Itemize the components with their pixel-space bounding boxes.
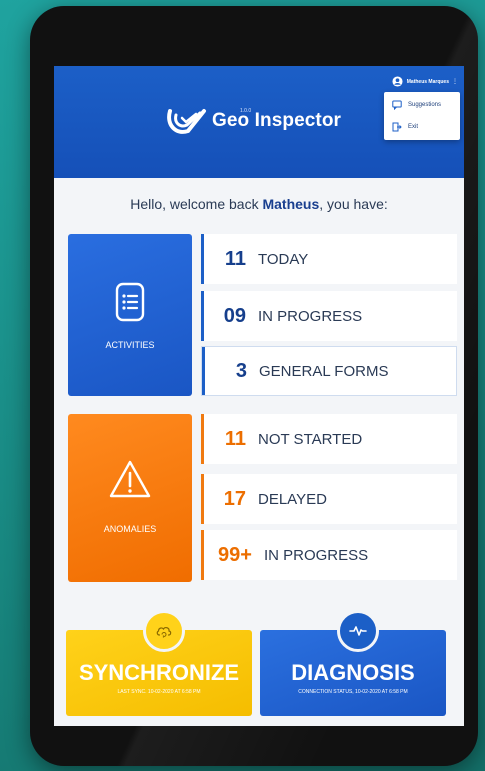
user-avatar-icon xyxy=(392,76,403,87)
activity-stat-general-forms[interactable]: 3 GENERAL FORMS xyxy=(201,346,457,396)
menu-item-label: Exit xyxy=(408,124,419,130)
stat-accent-bar xyxy=(201,474,204,524)
menu-item-label: Suggestions xyxy=(408,102,442,108)
more-menu-icon[interactable]: ⋮ xyxy=(452,78,458,85)
warning-icon xyxy=(109,460,151,498)
app-version: 1.0.0 xyxy=(240,108,252,114)
cloud-sync-icon xyxy=(156,627,172,638)
stat-label: IN PROGRESS xyxy=(263,546,369,564)
anomaly-stat-delayed[interactable]: 17 DELAYED xyxy=(201,474,457,524)
user-name: Matheus Marques xyxy=(406,78,449,85)
stat-count: 17 xyxy=(223,487,246,510)
stat-label: DELAYED xyxy=(258,490,327,508)
activity-stat-in-progress[interactable]: 09 IN PROGRESS xyxy=(201,291,457,341)
exit-icon xyxy=(392,122,402,132)
stat-accent-bar xyxy=(202,347,205,395)
anomalies-card[interactable]: ANOMALIES xyxy=(68,414,192,582)
document-list-icon xyxy=(115,282,145,322)
pulse-icon xyxy=(349,626,367,636)
synchronize-title: SYNCHRONIZE xyxy=(78,660,240,685)
anomaly-stat-in-progress[interactable]: 99+ IN PROGRESS xyxy=(201,530,457,580)
stat-count: 11 xyxy=(224,427,246,450)
activities-label: ACTIVITIES xyxy=(105,340,155,350)
stat-accent-bar xyxy=(201,414,204,464)
diagnosis-subtitle: CONNECTION STATUS, 10-02-2020 AT 6:58 PM xyxy=(298,689,408,695)
stat-count: 99+ xyxy=(218,543,252,566)
app-screen: Geo Inspector 1.0.0 Matheus Marques ⋮ Su… xyxy=(54,66,464,726)
anomalies-label: ANOMALIES xyxy=(103,524,157,534)
tablet-frame: Geo Inspector 1.0.0 Matheus Marques ⋮ Su… xyxy=(30,6,478,766)
stat-count: 09 xyxy=(223,304,246,327)
stat-accent-bar xyxy=(201,291,204,341)
anomaly-stat-not-started[interactable]: 11 NOT STARTED xyxy=(201,414,457,464)
stat-count: 3 xyxy=(235,359,247,382)
activity-stat-today[interactable]: 11 TODAY xyxy=(201,234,457,284)
welcome-prefix: Hello, welcome back xyxy=(130,196,263,212)
synchronize-subtitle: LAST SYNC. 10-02-2020 AT 6:58 PM xyxy=(117,689,201,695)
stat-accent-bar xyxy=(201,234,204,284)
menu-item-suggestions[interactable]: Suggestions xyxy=(392,100,441,110)
welcome-message: Hello, welcome back Matheus, you have: xyxy=(54,196,464,212)
synchronize-badge[interactable] xyxy=(143,610,185,652)
stat-label: IN PROGRESS xyxy=(258,307,363,325)
app-logo: Geo Inspector xyxy=(164,96,341,146)
stat-accent-bar xyxy=(201,530,204,580)
stat-count: 11 xyxy=(224,247,246,270)
stat-label: GENERAL FORMS xyxy=(259,362,389,380)
stat-label: NOT STARTED xyxy=(258,430,363,448)
diagnosis-title: DIAGNOSIS xyxy=(291,660,415,685)
welcome-user-name: Matheus xyxy=(262,196,320,212)
menu-item-exit[interactable]: Exit xyxy=(392,122,418,132)
app-header: Geo Inspector 1.0.0 Matheus Marques ⋮ Su… xyxy=(54,66,464,178)
app-logo-text: Geo Inspector xyxy=(212,110,342,131)
welcome-suffix: , you have: xyxy=(319,196,388,212)
user-dropdown: Suggestions Exit xyxy=(384,92,460,140)
stat-label: TODAY xyxy=(258,250,309,268)
activities-card[interactable]: ACTIVITIES xyxy=(68,234,192,396)
diagnosis-badge[interactable] xyxy=(337,610,379,652)
user-menu[interactable]: Matheus Marques ⋮ xyxy=(392,76,458,87)
geo-inspector-logo-icon xyxy=(167,109,206,134)
chat-icon xyxy=(392,100,402,110)
